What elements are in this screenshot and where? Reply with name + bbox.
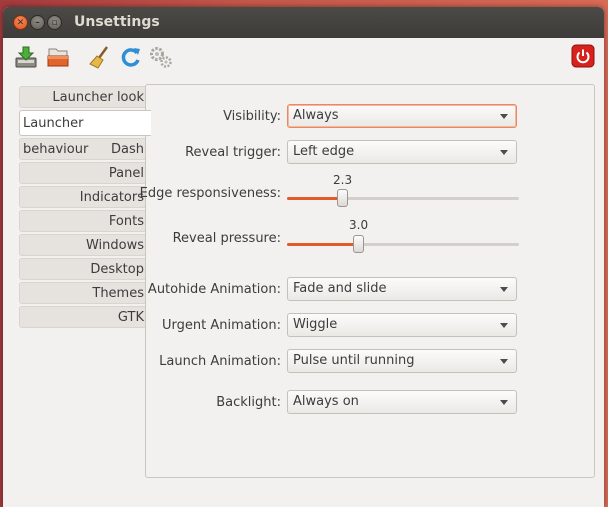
urgent-animation-label: Urgent Animation: xyxy=(161,318,281,333)
reveal-trigger-label: Reveal trigger: xyxy=(185,145,281,160)
reveal-pressure-value: 3.0 xyxy=(349,218,369,232)
launch-animation-value: Pulse until running xyxy=(293,353,415,368)
toolbar xyxy=(3,38,604,78)
maximize-icon: ▫ xyxy=(51,17,58,28)
visibility-combo[interactable]: Always xyxy=(287,104,517,128)
open-button[interactable] xyxy=(45,44,71,70)
maximize-window-button[interactable]: ▫ xyxy=(47,15,62,30)
chevron-down-icon xyxy=(500,400,508,405)
edge-responsiveness-slider[interactable] xyxy=(287,188,519,208)
sidebar-tabs: Launcher look Launcher behaviour Dash Pa… xyxy=(19,86,151,330)
urgent-animation-value: Wiggle xyxy=(293,317,338,332)
edge-responsiveness-value: 2.3 xyxy=(333,173,353,187)
open-folder-icon xyxy=(47,48,69,67)
reveal-pressure-slider[interactable] xyxy=(287,234,519,254)
tab-panel[interactable]: Panel xyxy=(19,162,147,184)
slider-thumb[interactable] xyxy=(353,235,364,253)
edge-responsiveness-label: Edge responsiveness: xyxy=(139,186,281,201)
tab-themes[interactable]: Themes xyxy=(19,282,147,304)
tab-launcher-look[interactable]: Launcher look xyxy=(19,86,147,108)
chevron-down-icon xyxy=(500,114,508,119)
autohide-animation-value: Fade and slide xyxy=(293,281,387,296)
gears-settings-icon xyxy=(150,47,172,68)
save-button[interactable] xyxy=(13,44,39,70)
title-bar: ✕ – ▫ Unsettings xyxy=(3,7,604,38)
close-window-button[interactable]: ✕ xyxy=(13,15,28,30)
backlight-value: Always on xyxy=(293,394,359,409)
reveal-trigger-value: Left edge xyxy=(293,144,355,159)
quit-button[interactable] xyxy=(571,44,597,70)
backlight-combo[interactable]: Always on xyxy=(287,390,517,414)
tab-fonts[interactable]: Fonts xyxy=(19,210,147,232)
reveal-trigger-combo[interactable]: Left edge xyxy=(287,140,517,164)
autohide-animation-label: Autohide Animation: xyxy=(147,282,281,297)
settings-button[interactable] xyxy=(148,44,174,70)
launcher-behaviour-panel: Visibility: Always Reveal trigger: Left … xyxy=(140,84,595,478)
tab-windows[interactable]: Windows xyxy=(19,234,147,256)
launch-animation-label: Launch Animation: xyxy=(159,354,281,369)
power-icon xyxy=(571,44,595,68)
slider-fill xyxy=(287,197,343,200)
reveal-pressure-label: Reveal pressure: xyxy=(172,231,281,246)
chevron-down-icon xyxy=(500,150,508,155)
launch-animation-combo[interactable]: Pulse until running xyxy=(287,349,517,373)
save-download-icon xyxy=(15,46,37,68)
slider-thumb[interactable] xyxy=(337,189,348,207)
chevron-down-icon xyxy=(500,323,508,328)
minimize-window-button[interactable]: – xyxy=(30,15,45,30)
backlight-label: Backlight: xyxy=(216,395,281,410)
urgent-animation-combo[interactable]: Wiggle xyxy=(287,313,517,337)
tab-launcher-behaviour[interactable]: Launcher behaviour xyxy=(19,110,151,157)
slider-fill xyxy=(287,243,359,246)
tab-indicators[interactable]: Indicators xyxy=(19,186,147,208)
autohide-animation-combo[interactable]: Fade and slide xyxy=(287,277,517,301)
chevron-down-icon xyxy=(500,359,508,364)
refresh-button[interactable] xyxy=(118,44,144,70)
broom-clean-icon xyxy=(89,46,109,69)
visibility-label: Visibility: xyxy=(223,109,281,124)
close-icon: ✕ xyxy=(16,17,25,28)
app-window: ✕ – ▫ Unsettings Launcher look Launcher … xyxy=(3,7,604,507)
minimize-icon: – xyxy=(35,17,40,28)
visibility-value: Always xyxy=(293,108,339,123)
tab-gtk[interactable]: GTK xyxy=(19,306,147,328)
clean-button[interactable] xyxy=(87,44,113,70)
window-title: Unsettings xyxy=(74,14,160,30)
refresh-icon xyxy=(121,48,140,67)
chevron-down-icon xyxy=(500,287,508,292)
tab-desktop[interactable]: Desktop xyxy=(19,258,147,280)
